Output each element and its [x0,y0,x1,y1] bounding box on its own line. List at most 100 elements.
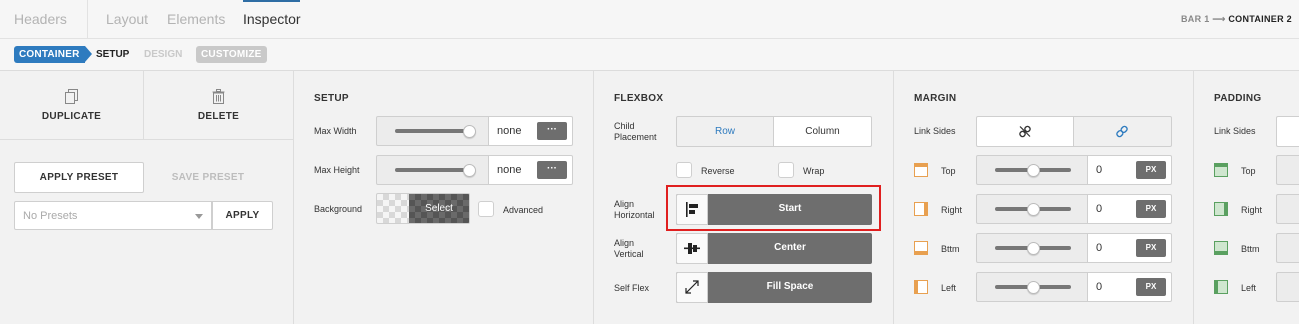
align-horizontal-label: Align Horizontal [614,199,655,220]
align-vertical-button[interactable]: Center [676,233,872,264]
padding-left-icon [1214,280,1228,294]
slider-thumb[interactable] [1027,281,1040,294]
max-width-value: none [497,125,522,137]
unit-button[interactable]: PX [1136,239,1166,257]
margin-left-value: 0 [1096,281,1103,293]
max-height-value-box[interactable]: none ··· [489,155,573,185]
tab-layout[interactable]: Layout [106,11,148,27]
padding-bottom-icon [1214,241,1228,255]
margin-bottom-slider[interactable] [976,233,1088,263]
container-badge: CONTAINER [14,46,91,63]
breadcrumb: BAR 1 ⟶ CONTAINER 2 [1181,14,1292,25]
padding-title: PADDING [1214,93,1262,104]
max-height-slider[interactable] [376,155,489,185]
reverse-checkbox[interactable] [676,162,692,178]
apply-button[interactable]: APPLY [212,201,273,230]
slider-thumb[interactable] [1027,164,1040,177]
top-nav: Headers Layout Elements Inspector BAR 1 … [0,0,1299,39]
unit-button[interactable]: PX [1136,200,1166,218]
slider-thumb[interactable] [463,125,476,138]
duplicate-button[interactable]: DUPLICATE [0,71,143,139]
padding-top-icon [1214,163,1228,177]
panel-divider [893,71,894,324]
padding-link-sides-label: Link Sides [1214,126,1256,136]
expand-icon [676,272,708,303]
apply-preset-button[interactable]: APPLY PRESET [14,162,144,193]
margin-link-button[interactable] [1074,116,1172,147]
max-width-value-box[interactable]: none ··· [489,116,573,146]
tab-inspector[interactable]: Inspector [243,11,301,27]
max-height-label: Max Height [314,165,360,175]
margin-top-value-box[interactable]: 0 PX [1088,155,1172,185]
row-toggle[interactable]: Row [676,116,774,147]
wrap-checkbox[interactable] [778,162,794,178]
margin-bottom-label: Bttm [941,244,960,254]
max-width-label: Max Width [314,126,357,136]
margin-top-slider[interactable] [976,155,1088,185]
delete-label: DELETE [197,111,240,122]
advanced-checkbox[interactable] [478,201,494,217]
background-label: Background [314,204,363,214]
link-icon [1116,125,1128,138]
nav-divider [87,0,88,38]
max-height-value: none [497,164,522,176]
save-preset-button[interactable]: SAVE PRESET [144,172,272,183]
wrap-label: Wrap [803,166,825,176]
margin-top-value: 0 [1096,164,1103,176]
setup-title: SETUP [314,93,349,104]
margin-title: MARGIN [914,93,957,104]
padding-right-label: Right [1241,205,1263,215]
slider-track [395,168,471,172]
margin-unlink-button[interactable] [976,116,1074,147]
self-flex-button[interactable]: Fill Space [676,272,872,303]
more-options-button[interactable]: ··· [537,122,567,140]
column-toggle[interactable]: Column [774,116,872,147]
trash-icon [212,89,224,104]
margin-bottom-value: 0 [1096,242,1103,254]
margin-left-slider[interactable] [976,272,1088,302]
padding-left-label: Left [1241,283,1257,293]
margin-left-icon [914,280,928,294]
section-divider [0,139,293,140]
margin-bottom-value-box[interactable]: 0 PX [1088,233,1172,263]
more-options-button[interactable]: ··· [537,161,567,179]
unit-button[interactable]: PX [1136,161,1166,179]
breadcrumb-current: CONTAINER 2 [1228,14,1292,24]
align-horizontal-button[interactable]: Start [676,194,872,225]
step-design[interactable]: DESIGN [144,49,182,60]
panel-divider [593,71,594,324]
max-width-slider[interactable] [376,116,489,146]
background-select-label: Select [425,203,453,214]
margin-right-value: 0 [1096,203,1103,215]
margin-left-label: Left [941,283,957,293]
unit-button[interactable]: PX [1136,278,1166,296]
delete-button[interactable]: DELETE [144,71,293,139]
align-center-icon [676,233,708,264]
margin-right-slider[interactable] [976,194,1088,224]
preset-select[interactable]: No Presets [14,201,212,230]
background-select[interactable]: Select [376,193,470,224]
margin-link-sides-label: Link Sides [914,126,956,136]
slider-thumb[interactable] [463,164,476,177]
active-tab-indicator [243,0,300,2]
padding-left-slider[interactable] [1276,272,1299,302]
step-setup[interactable]: SETUP [96,49,129,60]
padding-right-slider[interactable] [1276,194,1299,224]
tab-headers[interactable]: Headers [14,11,67,27]
padding-bottom-slider[interactable] [1276,233,1299,263]
breadcrumb-parent[interactable]: BAR 1 [1181,14,1210,24]
padding-top-slider[interactable] [1276,155,1299,185]
margin-left-value-box[interactable]: 0 PX [1088,272,1172,302]
slider-track [395,129,471,133]
margin-right-value-box[interactable]: 0 PX [1088,194,1172,224]
slider-thumb[interactable] [1027,242,1040,255]
flexbox-title: FLEXBOX [614,93,664,104]
step-customize[interactable]: CUSTOMIZE [196,46,267,63]
tab-elements[interactable]: Elements [167,11,225,27]
slider-thumb[interactable] [1027,203,1040,216]
padding-unlink-button[interactable] [1276,116,1299,147]
align-vertical-label: Align Vertical [614,238,644,259]
padding-bottom-label: Bttm [1241,244,1260,254]
align-start-icon [676,194,708,225]
align-vertical-value: Center [774,242,806,253]
